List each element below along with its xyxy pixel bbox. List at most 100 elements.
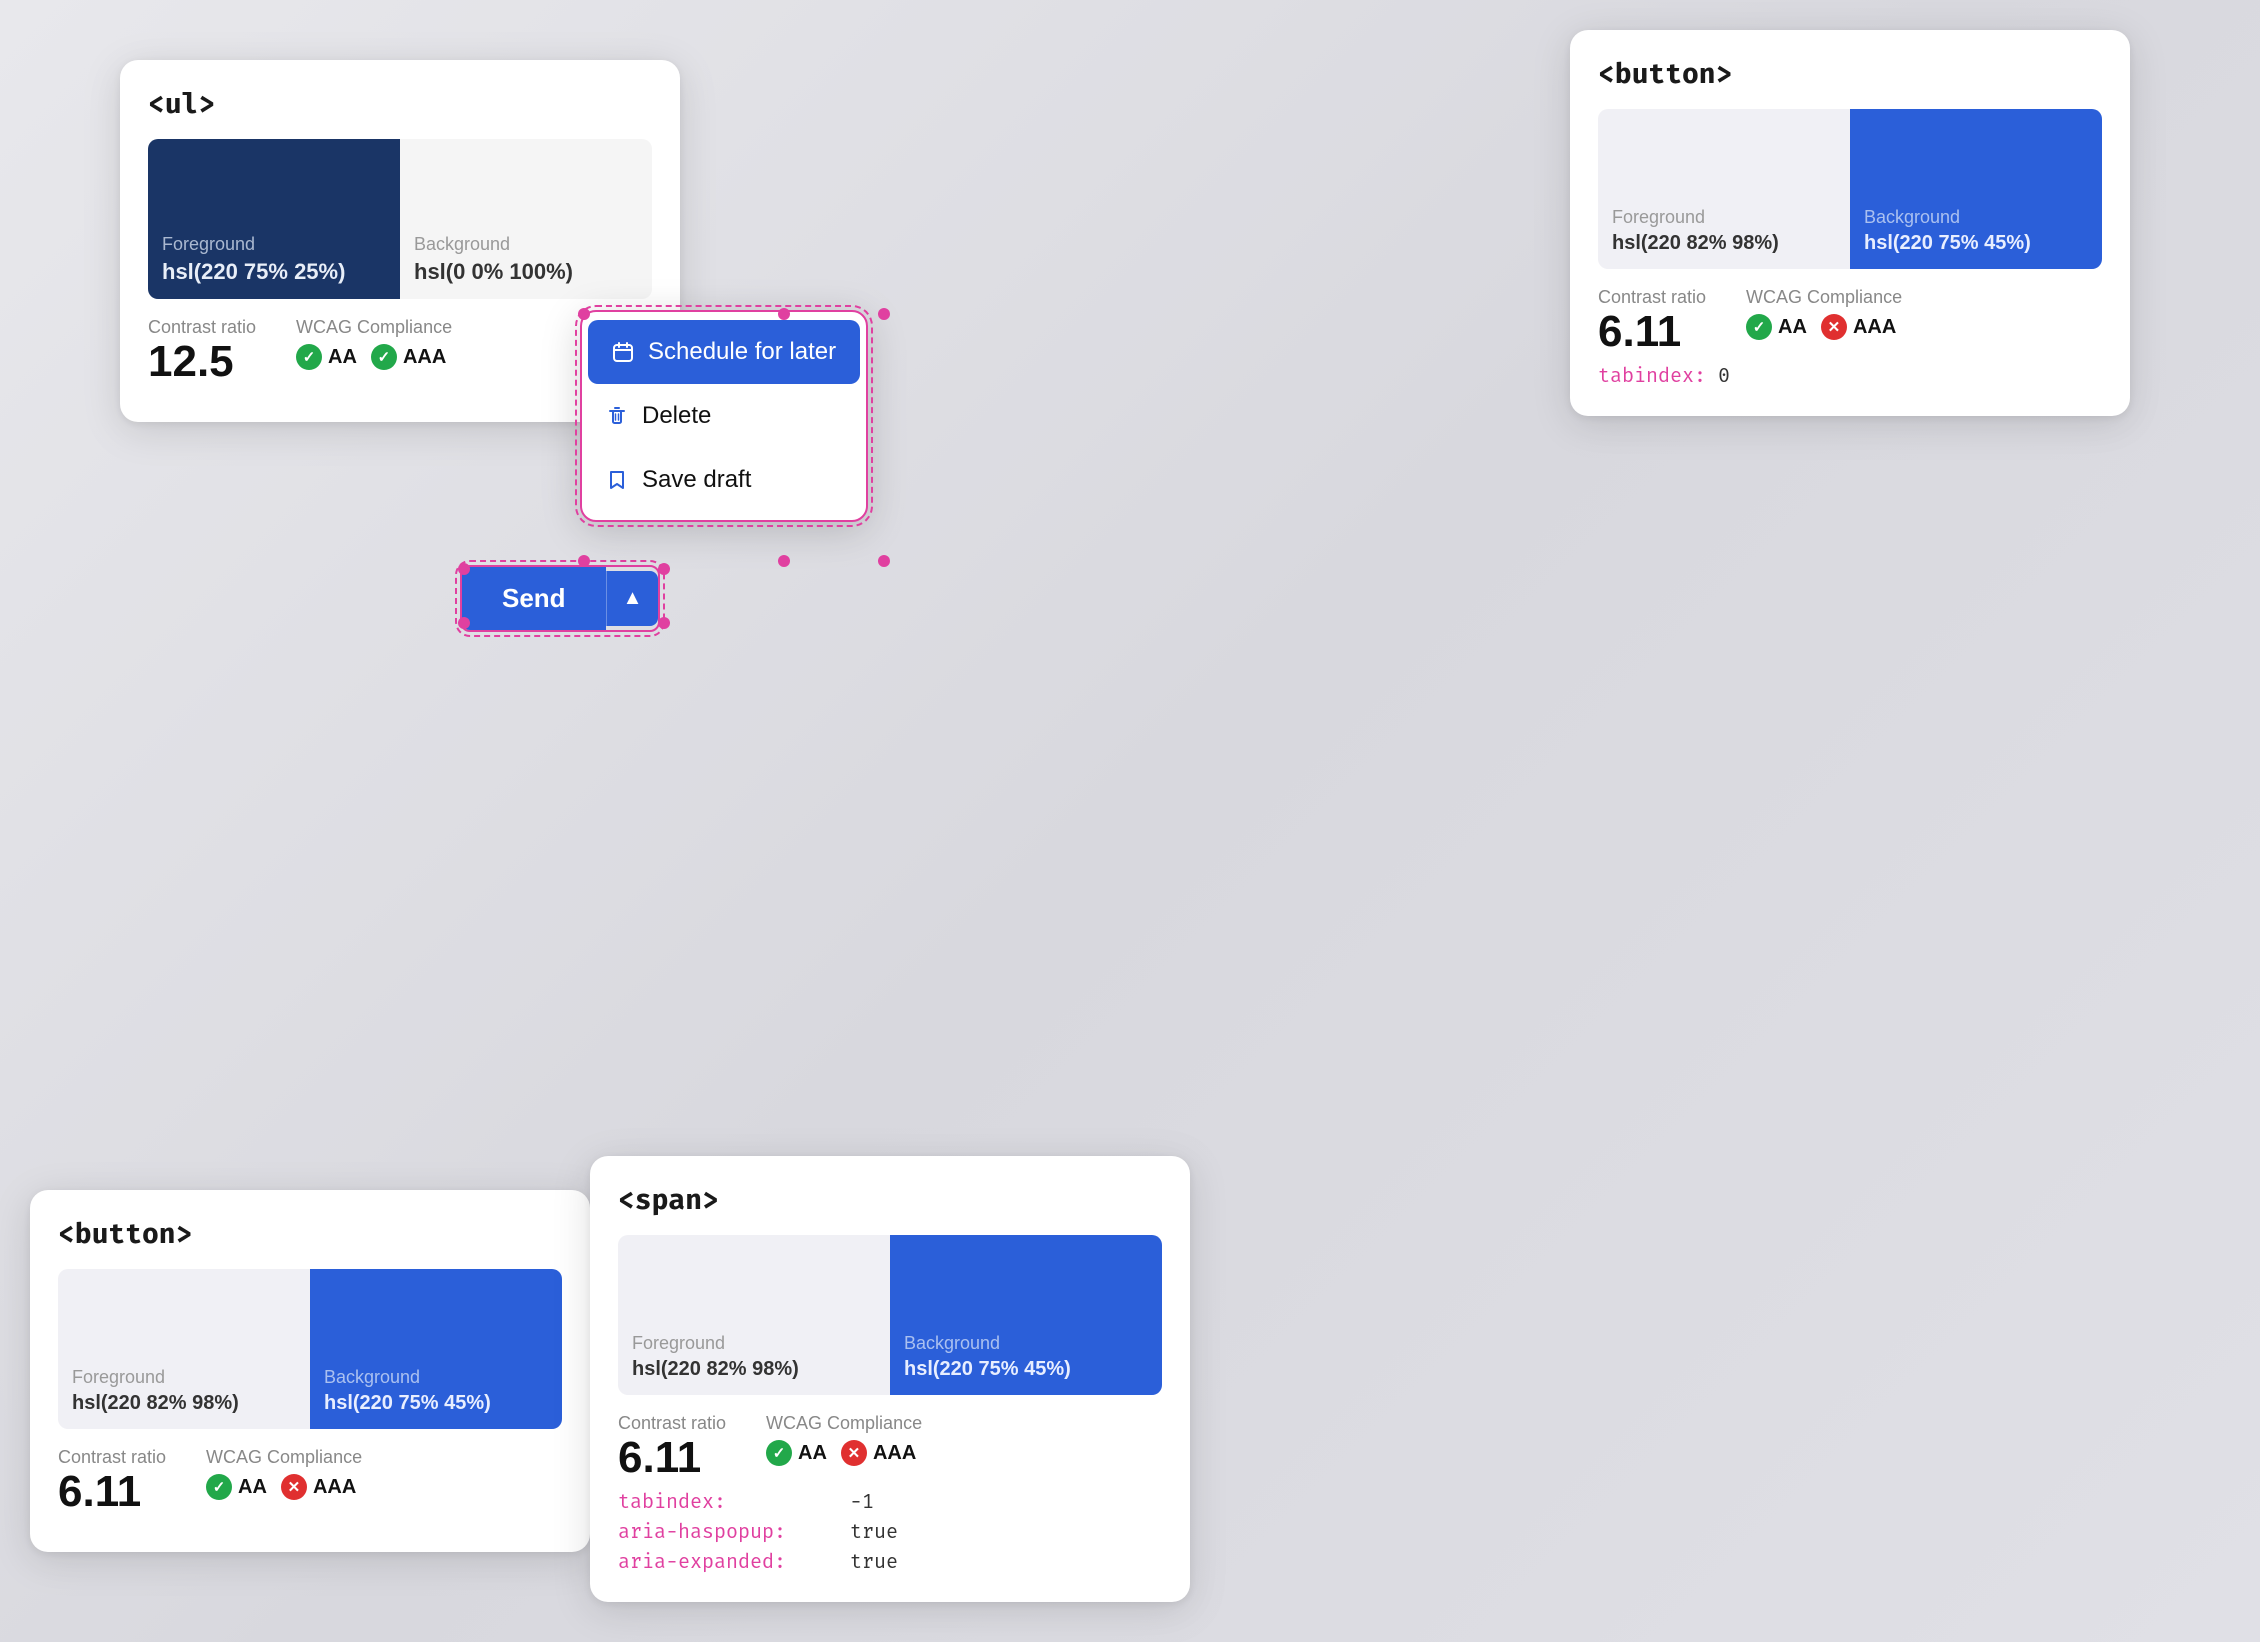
dot-tm [778, 308, 790, 320]
ul-bg-swatch: Background hsl(0 0% 100%) [400, 139, 652, 299]
ul-wcag-label: WCAG Compliance [296, 317, 452, 338]
span-aria-expanded-row: aria-expanded: true [618, 1550, 1162, 1574]
button-bottom-fg-label: Foreground [72, 1367, 296, 1388]
ul-contrast-block: Contrast ratio 12.5 [148, 317, 256, 384]
span-stats: Contrast ratio 6.11 WCAG Compliance ✓ AA… [618, 1413, 1162, 1480]
span-wcag-badges: ✓ AA ✕ AAA [766, 1440, 922, 1466]
span-bg-swatch: Background hsl(220 75% 45%) [890, 1235, 1162, 1395]
ul-bg-value: hsl(0 0% 100%) [414, 259, 638, 285]
button-top-aaa-badge: ✕ AAA [1821, 314, 1896, 340]
bookmark-icon [606, 469, 628, 491]
button-bottom-contrast-block: Contrast ratio 6.11 [58, 1447, 166, 1514]
send-dot-tr [658, 563, 670, 575]
button-bottom-stats: Contrast ratio 6.11 WCAG Compliance ✓ AA… [58, 1447, 562, 1514]
span-aaa-icon: ✕ [841, 1440, 867, 1466]
schedule-label: Schedule for later [648, 338, 836, 366]
card-span-tag: <span> [618, 1184, 1162, 1217]
dropdown-item-delete[interactable]: Delete [582, 384, 866, 448]
button-bottom-wcag-block: WCAG Compliance ✓ AA ✕ AAA [206, 1447, 362, 1500]
button-top-contrast-block: Contrast ratio 6.11 [1598, 287, 1706, 354]
span-tabindex-value: -1 [850, 1490, 874, 1514]
ul-aa-icon: ✓ [296, 344, 322, 370]
send-chevron-button[interactable]: ▲ [606, 571, 659, 626]
ul-bg-label: Background [414, 234, 638, 255]
send-dot-tl [458, 563, 470, 575]
card-span: <span> Foreground hsl(220 82% 98%) Backg… [590, 1156, 1190, 1602]
ul-aaa-label: AAA [403, 346, 446, 369]
button-top-tabindex-value: 0 [1718, 364, 1730, 388]
span-fg-value: hsl(220 82% 98%) [632, 1358, 876, 1381]
button-bottom-fg-value: hsl(220 82% 98%) [72, 1392, 296, 1415]
ul-wcag-block: WCAG Compliance ✓ AA ✓ AAA [296, 317, 452, 370]
dropdown-item-save-draft[interactable]: Save draft [582, 448, 866, 512]
span-aaa-badge: ✕ AAA [841, 1440, 916, 1466]
span-tabindex-label: tabindex: [618, 1490, 838, 1514]
span-contrast-value: 6.11 [618, 1436, 726, 1480]
button-bottom-bg-value: hsl(220 75% 45%) [324, 1392, 548, 1415]
button-bottom-contrast-label: Contrast ratio [58, 1447, 166, 1468]
dot-bm [778, 555, 790, 567]
calendar-icon [612, 341, 634, 363]
span-aria-haspopup-label: aria-haspopup: [618, 1520, 838, 1544]
save-draft-label: Save draft [642, 466, 751, 494]
dropdown-item-schedule[interactable]: Schedule for later [588, 320, 860, 384]
span-aria-expanded-value: true [850, 1550, 898, 1574]
span-aa-badge: ✓ AA [766, 1440, 827, 1466]
button-top-stats: Contrast ratio 6.11 WCAG Compliance ✓ AA… [1598, 287, 2102, 354]
ul-aa-badge: ✓ AA [296, 344, 357, 370]
button-top-fg-swatch: Foreground hsl(220 82% 98%) [1598, 109, 1850, 269]
send-dot-bl [458, 617, 470, 629]
button-bottom-swatches: Foreground hsl(220 82% 98%) Background h… [58, 1269, 562, 1429]
button-top-fg-value: hsl(220 82% 98%) [1612, 232, 1836, 255]
send-button[interactable]: Send [462, 567, 606, 630]
span-aa-icon: ✓ [766, 1440, 792, 1466]
button-bottom-wcag-label: WCAG Compliance [206, 1447, 362, 1468]
button-top-swatches: Foreground hsl(220 82% 98%) Background h… [1598, 109, 2102, 269]
button-bottom-bg-label: Background [324, 1367, 548, 1388]
span-aria-rows: tabindex: -1 aria-haspopup: true aria-ex… [618, 1490, 1162, 1574]
button-top-aa-badge: ✓ AA [1746, 314, 1807, 340]
button-top-tabindex: tabindex: 0 [1598, 364, 2102, 388]
button-bottom-aa-label: AA [238, 1476, 267, 1499]
button-top-tabindex-label: tabindex: [1598, 364, 1706, 388]
card-button-bottom-tag: <button> [58, 1218, 562, 1251]
delete-label: Delete [642, 402, 711, 430]
button-bottom-aaa-label: AAA [313, 1476, 356, 1499]
span-wcag-block: WCAG Compliance ✓ AA ✕ AAA [766, 1413, 922, 1466]
send-label: Send [502, 583, 566, 613]
button-top-bg-swatch: Background hsl(220 75% 45%) [1850, 109, 2102, 269]
span-tabindex-row: tabindex: -1 [618, 1490, 1162, 1514]
span-swatches: Foreground hsl(220 82% 98%) Background h… [618, 1235, 1162, 1395]
ul-stats: Contrast ratio 12.5 WCAG Compliance ✓ AA… [148, 317, 652, 384]
dropdown-menu: Schedule for later Delete Save draft [580, 310, 868, 522]
ul-contrast-value: 12.5 [148, 340, 256, 384]
button-top-aaa-icon: ✕ [1821, 314, 1847, 340]
span-bg-label: Background [904, 1333, 1148, 1354]
send-dot-br [658, 617, 670, 629]
card-button-bottom: <button> Foreground hsl(220 82% 98%) Bac… [30, 1190, 590, 1552]
button-bottom-aaa-badge: ✕ AAA [281, 1474, 356, 1500]
button-top-aa-label: AA [1778, 316, 1807, 339]
button-bottom-aa-badge: ✓ AA [206, 1474, 267, 1500]
button-bottom-contrast-value: 6.11 [58, 1470, 166, 1514]
chevron-up-icon: ▲ [623, 587, 643, 610]
span-bg-value: hsl(220 75% 45%) [904, 1358, 1148, 1381]
button-top-fg-label: Foreground [1612, 207, 1836, 228]
button-top-bg-value: hsl(220 75% 45%) [1864, 232, 2088, 255]
button-top-wcag-label: WCAG Compliance [1746, 287, 1902, 308]
button-bottom-wcag-badges: ✓ AA ✕ AAA [206, 1474, 362, 1500]
dot-tr [878, 308, 890, 320]
send-button-group[interactable]: Send ▲ [460, 565, 660, 632]
button-bottom-bg-swatch: Background hsl(220 75% 45%) [310, 1269, 562, 1429]
ul-aaa-icon: ✓ [371, 344, 397, 370]
button-bottom-aa-icon: ✓ [206, 1474, 232, 1500]
span-aria-haspopup-value: true [850, 1520, 898, 1544]
dot-tl [578, 308, 590, 320]
span-aa-label: AA [798, 1442, 827, 1465]
dot-br [878, 555, 890, 567]
dot-bl [578, 555, 590, 567]
button-top-contrast-value: 6.11 [1598, 310, 1706, 354]
span-aria-expanded-label: aria-expanded: [618, 1550, 838, 1574]
ul-aa-label: AA [328, 346, 357, 369]
ul-swatches: Foreground hsl(220 75% 25%) Background h… [148, 139, 652, 299]
